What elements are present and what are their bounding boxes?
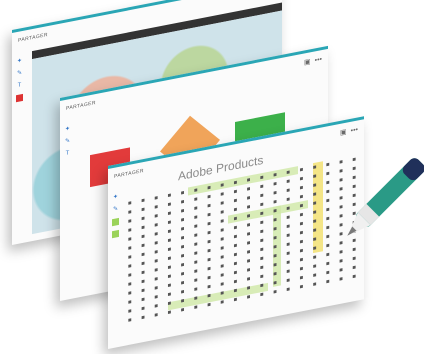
- toolbar: ✦ ✎ T: [64, 120, 74, 163]
- letter-grid: ■ ■ ■ ■ ■ ■ ■ ■ ■ ■ ■ ■ ■ ■ ■ ■ ■ ■ ■ ■ …: [128, 155, 360, 325]
- promo-illustration: PARTAGER ▣ ••• ✦ ✎ T PARTAGER ▣ ••• ✦ ✎ T: [0, 0, 424, 354]
- select-icon[interactable]: ✦: [16, 58, 23, 66]
- card-title: PARTAGER: [18, 32, 48, 44]
- card-icons: ▣ •••: [336, 125, 358, 137]
- card-title: PARTAGER: [66, 100, 96, 112]
- expand-icon[interactable]: ▣: [304, 57, 311, 66]
- pen-icon: [347, 158, 424, 236]
- color-swatch[interactable]: [16, 93, 23, 103]
- expand-icon[interactable]: ▣: [340, 128, 347, 137]
- text-tool-icon[interactable]: T: [64, 150, 71, 158]
- pen-tool-icon[interactable]: ✎: [112, 206, 119, 214]
- text-tool-icon[interactable]: T: [16, 82, 23, 90]
- pen-tool-icon[interactable]: ✎: [64, 138, 71, 146]
- more-icon[interactable]: •••: [351, 126, 358, 134]
- pen-tool-icon[interactable]: ✎: [16, 70, 23, 78]
- card-icons: ▣ •••: [300, 55, 322, 67]
- select-icon[interactable]: ✦: [64, 126, 71, 134]
- toolbar: ✦ ✎ T: [16, 52, 26, 107]
- card-title: PARTAGER: [114, 168, 144, 180]
- select-icon[interactable]: ✦: [112, 194, 119, 202]
- highlighter-icon[interactable]: [112, 217, 119, 227]
- toolbar: ✦ ✎: [112, 188, 122, 243]
- color-swatch[interactable]: [112, 229, 119, 239]
- more-icon[interactable]: •••: [315, 56, 322, 64]
